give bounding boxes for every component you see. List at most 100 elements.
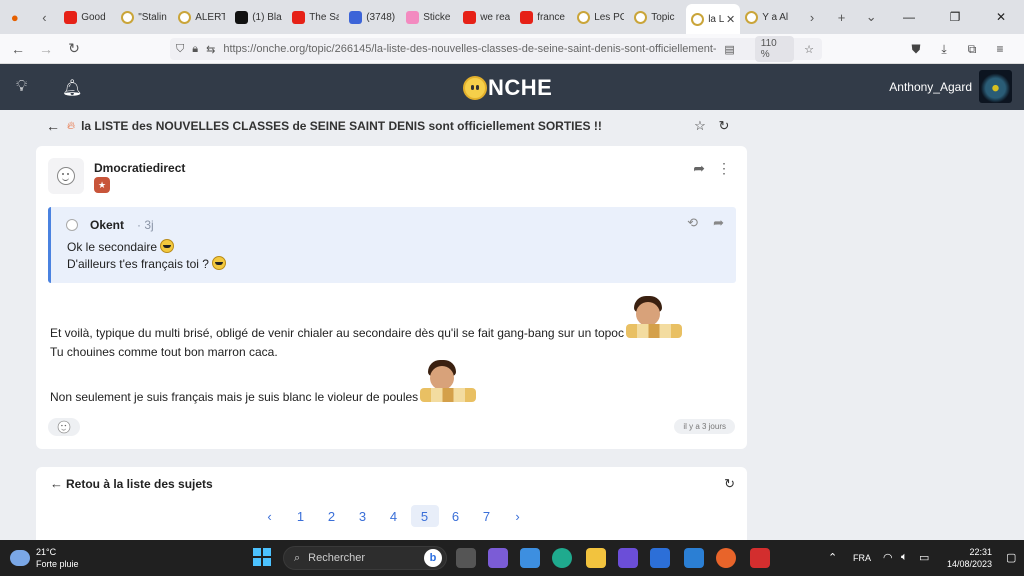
restore-icon[interactable]: ❐ (932, 0, 978, 34)
back-icon[interactable]: ← (4, 34, 32, 64)
topic-footer-card: ← Retou à la liste des sujets ↻ ‹ 1 2 3 4 5 6 7… (36, 467, 747, 547)
quote-share-icon[interactable]: ➦ (713, 215, 724, 231)
page-number[interactable]: 4 (380, 505, 408, 527)
more-options-icon[interactable]: ⋮ (717, 160, 731, 177)
browser-tab[interactable]: Les PC (572, 0, 629, 34)
input-language[interactable]: FRA (853, 553, 871, 563)
permissions-icon[interactable]: ⇆ (206, 43, 215, 56)
weather-widget[interactable]: 21°C Forte pluie (10, 546, 79, 570)
refresh-icon[interactable]: ↻ (712, 118, 736, 134)
refresh-icon[interactable]: ↻ (724, 476, 735, 492)
browser-tab[interactable]: The Sa (287, 0, 344, 34)
extensions-icon[interactable]: ⧉ (958, 42, 986, 57)
browser-tab[interactable]: Sticke (401, 0, 458, 34)
lock-icon[interactable]: 🔒︎ (192, 43, 198, 56)
app-icon[interactable] (618, 548, 638, 568)
share-icon[interactable]: ➦ (693, 160, 705, 177)
post-body-line-3: Non seulement je suis français mais je s… (50, 360, 477, 404)
browser-tab[interactable]: (1) Bla (230, 0, 287, 34)
page-number[interactable]: 3 (349, 505, 377, 527)
url-text[interactable]: https://onche.org/topic/266145/la-liste-… (223, 43, 716, 55)
reload-icon[interactable]: ↻ (60, 34, 88, 64)
reader-view-icon[interactable]: ▤ (724, 43, 734, 56)
bell-icon[interactable]: 🔔︎ (62, 78, 82, 98)
next-page-button[interactable]: › (504, 505, 532, 527)
browser-tab[interactable]: ALERT (173, 0, 230, 34)
pocket-icon[interactable]: ⛊ (902, 42, 930, 57)
add-reaction-button[interactable] (48, 418, 80, 436)
topic-title-bar: ← 🔥︎ la LISTE des NOUVELLES CLASSES de S… (36, 112, 746, 140)
tab-list-back-icon[interactable]: ‹ (30, 0, 60, 34)
prev-page-button[interactable]: ‹ (256, 505, 284, 527)
forward-icon[interactable]: → (32, 34, 60, 64)
task-view-icon[interactable] (456, 548, 476, 568)
bing-icon[interactable]: b (424, 549, 442, 567)
edge-icon[interactable] (552, 548, 572, 568)
system-clock[interactable]: 22:31 14/08/2023 (947, 546, 992, 570)
wifi-icon[interactable]: ◠ (883, 551, 893, 564)
zoom-level[interactable]: 110 % (754, 36, 795, 62)
windows-start-icon[interactable] (253, 548, 271, 566)
user-avatar[interactable] (979, 70, 1012, 103)
history-icon[interactable]: ⟲ (687, 215, 698, 231)
menu-icon[interactable]: ≡ (986, 42, 1014, 56)
weather-temp: 21°C (36, 547, 57, 557)
store-icon[interactable] (520, 548, 540, 568)
notifications-icon[interactable]: ▢ (1006, 551, 1016, 564)
back-to-list-link[interactable]: Retou à la liste des sujets (66, 477, 213, 491)
downloads-icon[interactable]: ⤓ (930, 42, 958, 57)
file-explorer-icon[interactable] (586, 548, 606, 568)
browser-tab[interactable]: Good (59, 0, 116, 34)
firefox-icon[interactable]: ● (0, 0, 30, 34)
battery-icon[interactable]: ▭ (919, 551, 929, 564)
browser-tab[interactable]: we rea (458, 0, 515, 34)
youtube-icon (292, 10, 306, 24)
favorite-star-icon[interactable]: ☆ (688, 118, 712, 134)
author-avatar[interactable] (48, 158, 84, 194)
tab-label: Topic (651, 11, 675, 23)
tab-scroll-right-icon[interactable]: › (797, 0, 827, 34)
mail-icon[interactable] (684, 548, 704, 568)
browser-tab[interactable]: Y a Al (740, 0, 797, 34)
site-icon (349, 10, 363, 24)
sticker-icon (406, 10, 420, 24)
bookmark-star-icon[interactable]: ☆ (804, 43, 814, 56)
username[interactable]: Anthony_Agard (889, 80, 972, 94)
new-tab-icon[interactable]: + (827, 0, 857, 34)
minimize-icon[interactable]: — (886, 0, 932, 34)
page-number[interactable]: 6 (442, 505, 470, 527)
clock-date: 14/08/2023 (946, 559, 992, 569)
close-tab-icon[interactable]: ✕ (726, 13, 735, 26)
browser-tab[interactable]: la L ✕ (686, 4, 741, 34)
default-avatar-icon (57, 167, 75, 185)
page-number[interactable]: 5 (410, 505, 439, 527)
close-window-icon[interactable]: ✕ (978, 0, 1024, 34)
back-arrow-icon[interactable]: ← (46, 118, 60, 134)
back-arrow-icon[interactable]: ← (50, 476, 63, 491)
volume-icon[interactable]: 🔈︎ (901, 551, 908, 564)
page-number[interactable]: 1 (287, 505, 315, 527)
lightbulb-icon[interactable]: 💡︎ (16, 78, 27, 96)
browser-tab[interactable]: Topic (629, 0, 686, 34)
molotov-icon[interactable] (650, 548, 670, 568)
browser-tab[interactable]: "Stalin (116, 0, 173, 34)
tab-list-dropdown-icon[interactable]: ⌄ (856, 0, 886, 34)
page-number[interactable]: 7 (473, 505, 501, 527)
taskbar-search[interactable]: ⌕ Rechercher b (283, 546, 447, 570)
post-body-line-1: Et voilà, typique du multi brisé, obligé… (50, 296, 682, 340)
tray-overflow-icon[interactable]: ⌃ (828, 551, 837, 564)
post-text-2: Tu chouines comme tout bon marron caca. (50, 345, 278, 359)
site-logo[interactable]: NCHE (463, 75, 552, 101)
shield-icon[interactable]: ⛉ (176, 43, 184, 56)
address-bar[interactable]: ⛉ 🔒︎ ⇆ https://onche.org/topic/266145/la… (170, 36, 822, 62)
teams-chat-icon[interactable] (488, 548, 508, 568)
quote-author[interactable]: Okent (90, 218, 124, 232)
browser-tab[interactable]: france (515, 0, 572, 34)
tlc-app-icon[interactable] (750, 548, 770, 568)
post-author[interactable]: Dmocratiedirect (94, 161, 185, 175)
firefox-taskbar-icon[interactable] (716, 548, 736, 568)
browser-tab[interactable]: (3748) (344, 0, 401, 34)
windows-taskbar: 21°C Forte pluie ⌕ Rechercher b ⌃ FRA ◠ … (0, 540, 1024, 576)
page-number[interactable]: 2 (318, 505, 346, 527)
rain-cloud-icon (10, 550, 30, 566)
